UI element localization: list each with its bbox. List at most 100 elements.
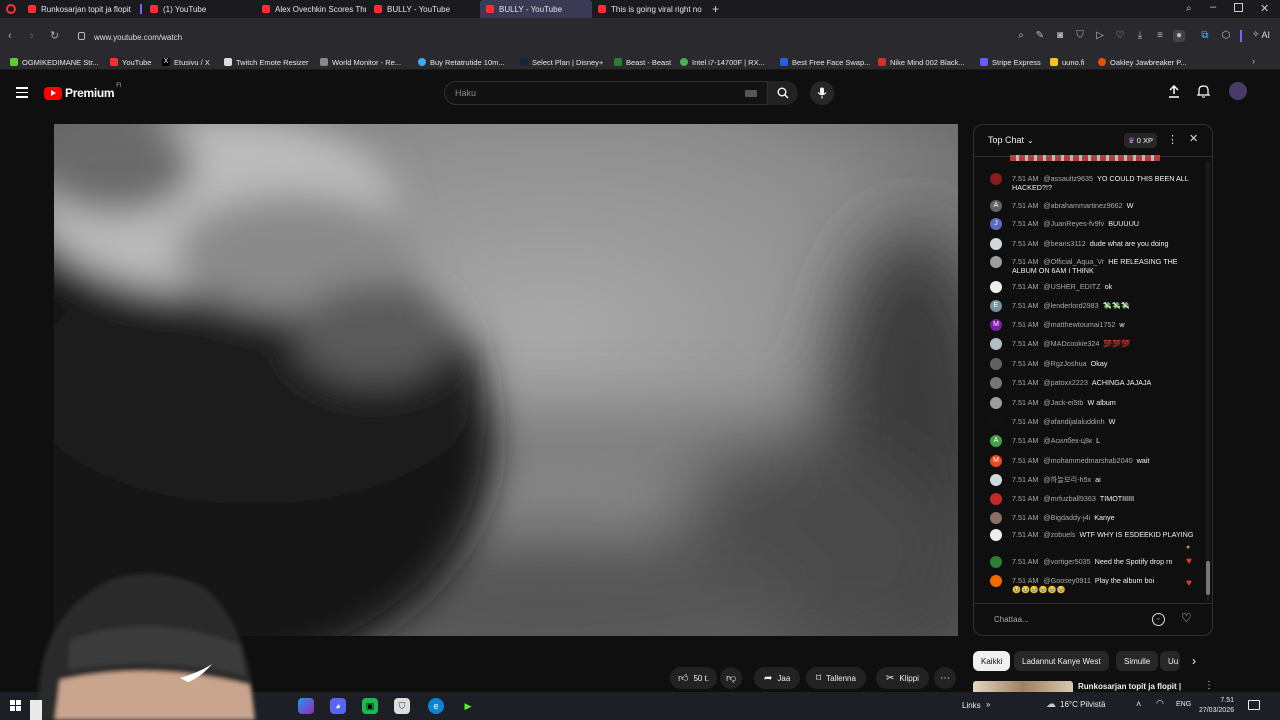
close-chat-icon[interactable]: ✕ bbox=[1189, 132, 1198, 145]
links-toolbar[interactable]: Links bbox=[962, 701, 981, 710]
url-field[interactable]: www.youtube.com/watch bbox=[76, 28, 1016, 46]
bookmark-item[interactable]: OGMIKEDIMANE Str... bbox=[10, 56, 99, 68]
browser-tab-1[interactable]: (1) YouTube bbox=[144, 0, 254, 18]
bookmark-item[interactable]: YouTube bbox=[110, 56, 151, 68]
chat-author[interactable]: @abrahammartinez9662 bbox=[1043, 201, 1122, 210]
chat-avatar[interactable] bbox=[990, 281, 1002, 293]
keyboard-icon[interactable] bbox=[745, 90, 757, 97]
weather-widget[interactable]: ☁ 16°C Pilvistä bbox=[1046, 699, 1105, 710]
more-actions-button[interactable]: ⋯ bbox=[934, 667, 956, 689]
bookmark-item[interactable]: uuno.fi bbox=[1050, 56, 1085, 68]
upload-icon[interactable] bbox=[1168, 84, 1180, 103]
bookmark-item[interactable]: Nike Mind 002 Black... bbox=[878, 56, 965, 68]
new-tab-plus-icon[interactable]: + bbox=[712, 2, 719, 16]
bookmark-item[interactable]: World Monitor - Re... bbox=[320, 56, 401, 68]
recommendation-title[interactable]: Runkosarjan topit ja flopit | bbox=[1078, 682, 1181, 691]
notifications-bell-icon[interactable] bbox=[1196, 84, 1211, 103]
chat-author[interactable]: @Асилбек-ц8к bbox=[1043, 436, 1092, 445]
browser-tab-2[interactable]: Alex Ovechkin Scores Thr bbox=[256, 0, 366, 18]
chips-next-icon[interactable]: › bbox=[1192, 654, 1196, 668]
chat-author[interactable]: @USHER_EDITZ bbox=[1043, 282, 1100, 291]
shield-icon[interactable]: ⛉ bbox=[1074, 30, 1086, 42]
chip-all[interactable]: Kaikki bbox=[973, 651, 1011, 671]
language-indicator[interactable]: ENG bbox=[1176, 701, 1191, 708]
chat-input[interactable]: Chattaa... bbox=[984, 608, 1162, 630]
chat-author[interactable]: @MADcookie324 bbox=[1043, 339, 1099, 348]
avatar[interactable] bbox=[1229, 82, 1247, 100]
bookmark-item[interactable]: Buy Retatrutide 10m... bbox=[418, 56, 505, 68]
xp-badge[interactable]: ♛ 0 XP bbox=[1124, 133, 1157, 148]
chat-avatar[interactable] bbox=[990, 529, 1002, 541]
chat-avatar[interactable] bbox=[990, 575, 1002, 587]
copilot-icon[interactable] bbox=[298, 698, 314, 714]
chip-for-you[interactable]: Simulle bbox=[1116, 651, 1159, 671]
profile-icon[interactable]: ● bbox=[1173, 30, 1185, 42]
tab-search-icon[interactable]: ⌕ bbox=[1186, 3, 1192, 14]
like-button[interactable]: 👍︎ 50 t. bbox=[670, 667, 718, 689]
dislike-button[interactable]: 👎︎ bbox=[720, 667, 743, 689]
heart-reaction-icon[interactable]: ♡ bbox=[1181, 611, 1192, 625]
emoji-picker-icon[interactable]: ᵕ bbox=[1152, 613, 1165, 626]
more-options-icon[interactable]: ⋮ bbox=[1167, 133, 1178, 146]
system-clock[interactable]: 7.51 27/03/2026 bbox=[1199, 696, 1234, 716]
bookmark-item[interactable]: Oakley Jawbreaker P... bbox=[1098, 56, 1187, 68]
chat-author[interactable]: @Goosey0911 bbox=[1043, 576, 1091, 585]
chat-avatar[interactable] bbox=[990, 173, 1002, 185]
camera-icon[interactable]: ◙ bbox=[1054, 30, 1066, 42]
save-button[interactable]: ⌑ Tallenna bbox=[806, 667, 866, 689]
share-button[interactable]: ➦ Jaa bbox=[754, 667, 801, 689]
chat-scrollbar[interactable] bbox=[1206, 161, 1210, 601]
chat-author[interactable]: @zobuels bbox=[1043, 530, 1075, 539]
video-player[interactable] bbox=[54, 124, 958, 636]
recommendation-menu-icon[interactable]: ⋮ bbox=[1204, 680, 1214, 691]
chat-avatar[interactable]: A bbox=[990, 435, 1002, 447]
chat-author[interactable]: @Jack-ei5tb bbox=[1043, 398, 1083, 407]
forward-icon[interactable]: › bbox=[30, 30, 34, 42]
bookmark-item[interactable]: Select Plan | Disney+ bbox=[520, 56, 603, 68]
chat-scrollbar-thumb[interactable] bbox=[1206, 561, 1210, 595]
browser-tab-4-active[interactable]: BULLY - YouTube bbox=[480, 0, 592, 18]
youtube-premium-logo[interactable]: Premium FI bbox=[44, 83, 122, 100]
chat-avatar[interactable] bbox=[990, 358, 1002, 370]
chat-author[interactable]: @하늘보리-h5x bbox=[1043, 475, 1091, 484]
back-icon[interactable]: ‹ bbox=[8, 30, 12, 42]
chip-uploader[interactable]: Ladannut Kanye West bbox=[1014, 651, 1109, 671]
chat-avatar[interactable]: M bbox=[990, 319, 1002, 331]
chat-author[interactable]: @matthewtoumai1752 bbox=[1043, 320, 1115, 329]
bookmark-item[interactable]: Beast - Beast bbox=[614, 56, 671, 68]
chevron-down-icon[interactable]: » bbox=[986, 700, 990, 709]
browser-tab-5[interactable]: This is going viral right no bbox=[592, 0, 704, 18]
wifi-icon[interactable]: ◠ bbox=[1156, 698, 1164, 709]
chat-author[interactable]: @mohammedmarshab2040 bbox=[1043, 456, 1132, 465]
voice-search-button[interactable] bbox=[810, 81, 834, 105]
hamburger-menu-icon[interactable] bbox=[16, 87, 28, 98]
browser-tab-3[interactable]: BULLY - YouTube bbox=[368, 0, 478, 18]
app-icon[interactable]: ▣ bbox=[362, 698, 378, 714]
extension-icon[interactable]: ⧉ bbox=[1199, 30, 1211, 42]
kick-app-icon[interactable]: ▶ bbox=[460, 698, 476, 714]
discord-icon[interactable]: ◕ bbox=[330, 698, 346, 714]
bookmarks-overflow-icon[interactable]: › bbox=[1252, 56, 1255, 66]
browser-tab-0[interactable]: Runkosarjan topit ja flopit bbox=[22, 0, 134, 18]
chat-avatar[interactable] bbox=[990, 493, 1002, 505]
notification-center-icon[interactable] bbox=[1248, 700, 1260, 710]
chat-avatar[interactable] bbox=[990, 556, 1002, 568]
chat-avatar[interactable] bbox=[990, 474, 1002, 486]
chat-author[interactable]: @vortiger5035 bbox=[1043, 557, 1090, 566]
bookmark-item[interactable]: Best Free Face Swap... bbox=[780, 56, 870, 68]
download-icon[interactable]: ⤓ bbox=[1134, 30, 1146, 42]
chat-avatar[interactable] bbox=[990, 338, 1002, 350]
search-icon[interactable]: ⌕ bbox=[1015, 30, 1027, 42]
chat-author[interactable]: @lenderlord2983 bbox=[1043, 301, 1098, 310]
ai-button[interactable]: ✧ AI bbox=[1252, 29, 1270, 40]
chat-avatar[interactable]: J bbox=[990, 218, 1002, 230]
tray-overflow-icon[interactable]: ˄ bbox=[1136, 699, 1141, 709]
chat-author[interactable]: @Official_Aqua_Vr bbox=[1043, 257, 1104, 266]
chip-new[interactable]: Uu bbox=[1160, 651, 1181, 671]
cube-icon[interactable]: ⬡ bbox=[1220, 30, 1232, 42]
clip-button[interactable]: ✂ Klippi bbox=[876, 667, 929, 689]
maximize-icon[interactable] bbox=[1234, 3, 1243, 12]
chat-author[interactable]: @mrfuzball9363 bbox=[1043, 494, 1095, 503]
menu-lines-icon[interactable]: ≡ bbox=[1154, 30, 1166, 42]
chat-author[interactable]: @RgzJoshua bbox=[1043, 359, 1086, 368]
